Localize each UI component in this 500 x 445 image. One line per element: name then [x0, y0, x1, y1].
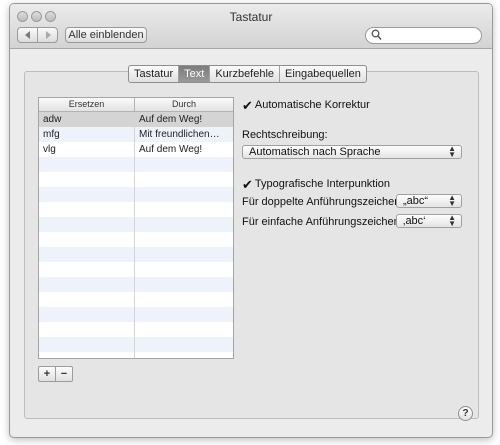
- empty-row: [39, 202, 233, 217]
- tab-bar: Tastatur Text Kurzbefehle Eingabequellen: [128, 65, 367, 83]
- table-row[interactable]: mfg Mit freundlichen…: [39, 127, 233, 142]
- smart-quotes-label: Typografische Interpunktion: [254, 178, 391, 190]
- empty-row: [39, 337, 233, 352]
- back-button[interactable]: [18, 28, 37, 42]
- title-bar: Tastatur Alle einblenden: [10, 4, 492, 49]
- spelling-popup[interactable]: Automatisch nach Sprache ▲ ▼: [242, 145, 462, 159]
- replace-cell[interactable]: vlg: [39, 142, 135, 157]
- double-quotes-value: „abc“: [403, 195, 429, 207]
- table-row[interactable]: vlg Auf dem Weg!: [39, 142, 233, 157]
- double-quotes-popup[interactable]: „abc“ ▲ ▼: [396, 194, 462, 208]
- checkmark-icon: ✔: [242, 97, 253, 113]
- show-all-button[interactable]: Alle einblenden: [65, 27, 147, 43]
- empty-row: [39, 187, 233, 202]
- popup-arrows-icon: ▲ ▼: [448, 144, 456, 159]
- forward-button[interactable]: [37, 28, 57, 42]
- empty-row: [39, 307, 233, 322]
- tab-kurzbefehle[interactable]: Kurzbefehle: [210, 66, 281, 82]
- empty-row: [39, 322, 233, 337]
- back-arrow-icon: [24, 31, 30, 39]
- search-icon: [371, 29, 382, 40]
- empty-row: [39, 292, 233, 307]
- empty-row: [39, 352, 233, 358]
- empty-row: [39, 262, 233, 277]
- remove-replacement-button[interactable]: −: [55, 367, 72, 381]
- checkmark-icon: ✔: [242, 176, 253, 192]
- with-cell[interactable]: Mit freundlichen…: [135, 127, 233, 142]
- replace-cell[interactable]: adw: [39, 112, 135, 127]
- replace-cell[interactable]: mfg: [39, 127, 135, 142]
- smart-quotes-checkbox[interactable]: ✔ Typografische Interpunktion: [242, 176, 391, 192]
- double-quotes-label: Für doppelte Anführungszeichen: [242, 196, 401, 208]
- popup-arrows-icon: ▲ ▼: [448, 213, 456, 228]
- search-field[interactable]: [365, 27, 482, 44]
- empty-row: [39, 217, 233, 232]
- column-header-with[interactable]: Durch: [135, 98, 233, 111]
- empty-row: [39, 232, 233, 247]
- back-forward-buttons: [17, 27, 58, 43]
- search-input[interactable]: [384, 29, 476, 42]
- empty-row: [39, 172, 233, 187]
- spelling-label: Rechtschreibung:: [242, 129, 328, 141]
- tab-tastatur[interactable]: Tastatur: [129, 66, 180, 82]
- auto-correct-label: Automatische Korrektur: [254, 99, 370, 111]
- forward-arrow-icon: [45, 31, 51, 39]
- help-button[interactable]: ?: [458, 406, 473, 421]
- with-cell[interactable]: Auf dem Weg!: [135, 112, 233, 127]
- replacements-table: Ersetzen Durch adw Auf dem Weg! mfg Mit …: [38, 97, 234, 359]
- with-cell[interactable]: Auf dem Weg!: [135, 142, 233, 157]
- table-row[interactable]: adw Auf dem Weg!: [39, 112, 233, 127]
- empty-row: [39, 247, 233, 262]
- window-title: Tastatur: [229, 10, 273, 24]
- single-quotes-popup[interactable]: ‚abc‘ ▲ ▼: [396, 214, 462, 228]
- table-body: adw Auf dem Weg! mfg Mit freundlichen… v…: [39, 112, 233, 358]
- empty-row: [39, 157, 233, 172]
- tab-eingabequellen[interactable]: Eingabequellen: [280, 66, 366, 82]
- tab-text[interactable]: Text: [179, 66, 211, 82]
- popup-arrows-icon: ▲ ▼: [448, 193, 456, 208]
- add-replacement-button[interactable]: +: [39, 367, 55, 381]
- preferences-window: Tastatur Alle einblenden Tastatur Text K…: [9, 3, 493, 438]
- single-quotes-label: Für einfache Anführungszeichen: [242, 216, 400, 228]
- empty-row: [39, 277, 233, 292]
- column-header-replace[interactable]: Ersetzen: [39, 98, 135, 111]
- add-remove-buttons: + −: [38, 366, 73, 382]
- table-header: Ersetzen Durch: [39, 98, 233, 112]
- auto-correct-checkbox[interactable]: ✔ Automatische Korrektur: [242, 97, 370, 113]
- single-quotes-value: ‚abc‘: [403, 215, 426, 227]
- spelling-value: Automatisch nach Sprache: [249, 146, 381, 158]
